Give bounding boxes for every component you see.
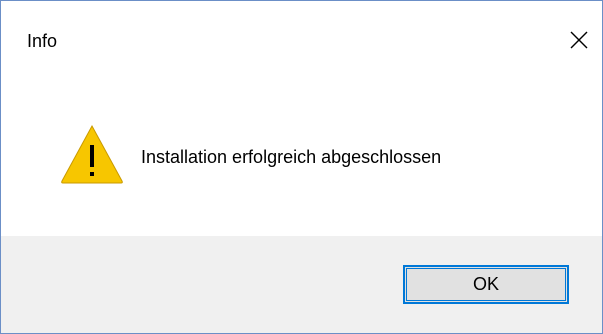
dialog-content: Installation erfolgreich abgeschlossen [1, 79, 602, 236]
window-title: Info [27, 31, 58, 51]
close-icon [570, 31, 588, 49]
message-text: Installation erfolgreich abgeschlossen [141, 147, 442, 167]
warning-icon [61, 124, 123, 184]
ok-button[interactable]: OK [403, 265, 569, 304]
info-dialog: Info Installation erfolgreich abgeschlos… [0, 0, 603, 334]
close-button[interactable] [556, 18, 602, 62]
title-bar: Info [1, 1, 602, 79]
ok-button-label: OK [472, 274, 499, 294]
button-bar: OK [1, 236, 602, 333]
